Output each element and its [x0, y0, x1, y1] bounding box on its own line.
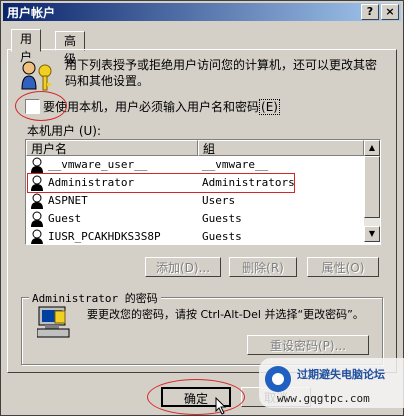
watermark: 过期避失电脑论坛 www.gqgtpc.com	[259, 358, 404, 408]
reset-password-button[interactable]: 重设密码(P)...	[247, 335, 369, 355]
table-row[interactable]: IUSR_PCAKHDKS3S8P Guests	[26, 228, 364, 244]
close-button[interactable]: ×	[381, 4, 399, 20]
remove-button[interactable]: 删除(R)	[229, 257, 297, 277]
cell-group: Users	[202, 194, 236, 207]
computer-password-icon	[37, 306, 70, 338]
column-header-group[interactable]: 組	[198, 140, 364, 156]
user-accounts-dialog: 用户帐户 ? × 用户 高级 用下列表授予或拒绝用户访问您的计算机，还可以更改其…	[0, 0, 404, 416]
local-users-label: 本机用户 (U):	[27, 124, 102, 138]
tab-users[interactable]: 用户	[11, 29, 42, 64]
cell-username: Guest	[48, 212, 82, 225]
scroll-up-icon[interactable]: ▲	[364, 140, 380, 156]
cell-username: __vmware_user__	[48, 158, 148, 171]
properties-button[interactable]: 属性(O)	[307, 257, 379, 277]
user-icon	[31, 211, 43, 227]
table-row[interactable]: ASPNET Users	[26, 192, 364, 210]
column-header-username[interactable]: 用户名	[26, 140, 198, 156]
cell-group: __vmware__	[202, 158, 269, 171]
mouse-pointer-icon	[215, 397, 227, 415]
scroll-down-icon[interactable]: ▼	[364, 226, 380, 242]
cell-username: IUSR_PCAKHDKS3S8P	[48, 230, 161, 243]
annotation-circle-ok	[147, 379, 245, 415]
cell-username: ASPNET	[48, 194, 88, 207]
scroll-thumb[interactable]	[364, 156, 380, 218]
cell-group: Guests	[202, 212, 242, 225]
list-scrollbar[interactable]: ▲ ▼	[364, 140, 380, 242]
user-icon	[31, 229, 43, 244]
watermark-url: www.gqgtpc.com	[277, 392, 370, 405]
title-bar[interactable]: 用户帐户 ? ×	[3, 3, 401, 21]
annotation-circle-checkbox	[15, 91, 67, 121]
user-icon	[31, 193, 43, 209]
table-row[interactable]: __vmware_user__ __vmware__	[26, 156, 364, 174]
password-instructions: 要更改您的密码，请按 Ctrl-Alt-Del 并选择“更改密码”。	[87, 308, 364, 321]
tab-advanced[interactable]: 高级	[55, 31, 86, 66]
window-title: 用户帐户	[7, 6, 56, 20]
info-text: 用下列表授予或拒绝用户访问您的计算机，还可以更改其密码和其他设置。	[65, 58, 378, 88]
watermark-logo-icon	[265, 366, 291, 392]
help-button[interactable]: ?	[361, 4, 379, 20]
add-button[interactable]: 添加(D)...	[145, 257, 221, 277]
require-login-label[interactable]: 要使用本机，用户必须输入用户名和密码 (E)	[43, 98, 280, 115]
cell-group: Guests	[202, 230, 242, 243]
table-row[interactable]: Guest Guests	[26, 210, 364, 228]
password-group-title: Administrator 的密码	[29, 290, 161, 306]
annotation-box-administrator	[27, 173, 295, 193]
watermark-title: 过期避失电脑论坛	[297, 368, 385, 381]
user-icon	[31, 157, 43, 173]
